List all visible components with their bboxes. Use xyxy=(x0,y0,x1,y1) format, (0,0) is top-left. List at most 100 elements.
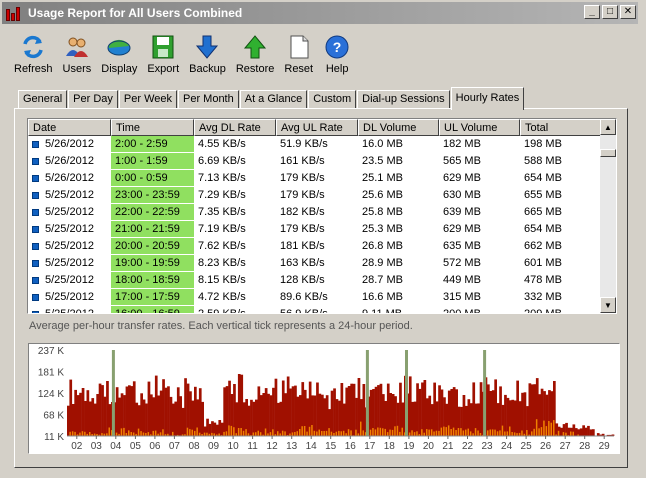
hourly-rates-table[interactable]: Date Time Avg DL Rate Avg UL Rate DL Volume U… xyxy=(27,118,617,314)
upload-bar xyxy=(115,387,119,436)
vertical-scrollbar[interactable]: ▲ ▼ xyxy=(600,119,616,313)
refresh-icon xyxy=(19,34,47,60)
download-bar xyxy=(399,431,401,436)
upload-bar xyxy=(142,399,146,436)
table-row[interactable]: 5/25/2012 19:00 - 19:59 8.23 KB/s 163 KB/s 2… xyxy=(28,255,616,272)
download-bar xyxy=(347,429,350,436)
column-header[interactable]: Time xyxy=(111,119,194,136)
download-bar xyxy=(562,432,565,436)
upload-bar xyxy=(164,387,168,436)
help-button[interactable]: ? Help xyxy=(323,34,351,80)
download-bar xyxy=(240,428,242,436)
upload-bar xyxy=(455,389,458,436)
upload-bar xyxy=(93,403,97,436)
download-bar xyxy=(435,430,438,436)
download-bar xyxy=(445,427,447,436)
upload-bar xyxy=(240,374,244,436)
download-bar xyxy=(316,431,318,436)
reset-button[interactable]: Reset xyxy=(284,34,313,80)
users-button[interactable]: Users xyxy=(63,34,91,80)
table-row[interactable]: 5/25/2012 18:00 - 18:59 8.15 KB/s 128 KB/s 2… xyxy=(28,272,616,289)
minimize-button[interactable]: _ xyxy=(584,5,600,19)
download-bar xyxy=(394,426,396,436)
upload-bar xyxy=(157,395,161,436)
tab-at-a-glance[interactable]: At a Glance xyxy=(239,90,308,109)
restore-button[interactable]: Restore xyxy=(236,34,274,80)
column-header[interactable]: Avg DL Rate xyxy=(194,119,276,136)
close-button[interactable]: ✕ xyxy=(620,5,636,19)
refresh-button[interactable]: Refresh xyxy=(14,34,53,80)
table-cell: 209 MB xyxy=(524,308,562,314)
table-row[interactable]: 5/26/2012 0:00 - 0:59 7.13 KB/s 179 KB/s 25.… xyxy=(28,170,616,187)
tab-custom[interactable]: Custom xyxy=(308,90,357,109)
download-bar xyxy=(264,428,267,436)
x-tick-label: 28 xyxy=(579,441,591,452)
upload-bar xyxy=(181,407,185,436)
scroll-down-button[interactable]: ▼ xyxy=(600,297,616,313)
table-row[interactable]: 5/25/2012 23:00 - 23:59 7.29 KB/s 179 KB/s 2… xyxy=(28,187,616,204)
table-cell: 16.6 MB xyxy=(362,291,403,303)
column-header[interactable]: Date xyxy=(28,119,111,136)
row-icon xyxy=(32,157,39,165)
tab-hourly-rates[interactable]: Hourly Rates xyxy=(450,87,525,110)
maximize-button[interactable]: □ xyxy=(602,5,618,19)
download-bar xyxy=(325,430,328,436)
download-bar xyxy=(69,431,71,436)
download-bar xyxy=(272,429,274,436)
table-row[interactable]: 5/25/2012 16:00 - 16:59 2.59 KB/s 56.9 KB/s… xyxy=(28,306,616,314)
table-row[interactable]: 5/25/2012 22:00 - 22:59 7.35 KB/s 182 KB/s 2… xyxy=(28,204,616,221)
table-row[interactable]: 5/25/2012 20:00 - 20:59 7.62 KB/s 181 KB/s 2… xyxy=(28,238,616,255)
table-row[interactable]: 5/26/2012 1:00 - 1:59 6.69 KB/s 161 KB/s 23.… xyxy=(28,153,616,170)
download-bar xyxy=(462,430,465,436)
table-cell: 635 MB xyxy=(443,240,481,252)
x-tick-label: 24 xyxy=(501,441,513,452)
download-bar xyxy=(460,428,462,436)
download-bar xyxy=(570,431,572,436)
download-bar xyxy=(186,427,189,436)
y-tick-label: 11 K xyxy=(44,432,64,443)
scroll-up-button[interactable]: ▲ xyxy=(600,119,616,135)
tab-dial-up-sessions[interactable]: Dial-up Sessions xyxy=(357,90,450,109)
tab-general[interactable]: General xyxy=(18,90,68,109)
table-cell: 5/25/2012 xyxy=(28,221,111,238)
tab-per-week[interactable]: Per Week xyxy=(118,90,177,109)
download-bar xyxy=(469,431,472,436)
column-header[interactable]: DL Volume xyxy=(358,119,439,136)
upload-bar xyxy=(86,390,90,436)
column-header[interactable]: UL Volume xyxy=(439,119,520,136)
upload-bar xyxy=(340,383,344,436)
upload-bar xyxy=(272,387,275,436)
column-header[interactable]: Total xyxy=(520,119,602,136)
upload-bar xyxy=(130,386,134,436)
table-cell: 25.1 MB xyxy=(362,172,403,184)
column-header[interactable]: Avg UL Rate xyxy=(276,119,358,136)
table-cell: 655 MB xyxy=(524,189,562,201)
table-cell: 21:00 - 21:59 xyxy=(111,221,194,238)
table-cell: 5/26/2012 xyxy=(28,170,111,187)
table-row[interactable]: 5/25/2012 17:00 - 17:59 4.72 KB/s 89.6 KB/s… xyxy=(28,289,616,306)
upload-bar xyxy=(140,393,143,436)
upload-bar xyxy=(589,429,593,436)
download-bar xyxy=(474,428,477,436)
upload-bar xyxy=(506,397,510,436)
title-bar[interactable]: Usage Report for All Users Combined _ □ … xyxy=(2,2,638,24)
x-tick-label: 23 xyxy=(481,441,493,452)
upload-bar xyxy=(347,386,351,436)
table-row[interactable]: 5/25/2012 21:00 - 21:59 7.19 KB/s 179 KB/s 2… xyxy=(28,221,616,238)
export-button[interactable]: Export xyxy=(147,34,179,80)
tab-per-day[interactable]: Per Day xyxy=(68,90,118,109)
display-button[interactable]: Display xyxy=(101,34,137,80)
upload-bar xyxy=(487,384,490,436)
table-row[interactable]: 5/26/2012 2:00 - 2:59 4.55 KB/s 51.9 KB/s 16… xyxy=(28,136,616,153)
scroll-thumb[interactable] xyxy=(600,149,616,157)
x-tick-label: 04 xyxy=(110,441,122,452)
tab-per-month[interactable]: Per Month xyxy=(177,90,239,109)
download-bar xyxy=(438,430,440,436)
backup-button[interactable]: Backup xyxy=(189,34,226,80)
download-bar xyxy=(203,432,206,436)
table-cell: 163 KB/s xyxy=(280,257,325,269)
download-bar xyxy=(162,429,164,436)
download-bar xyxy=(411,430,413,436)
upload-bar xyxy=(169,396,173,436)
download-bar xyxy=(152,430,154,436)
